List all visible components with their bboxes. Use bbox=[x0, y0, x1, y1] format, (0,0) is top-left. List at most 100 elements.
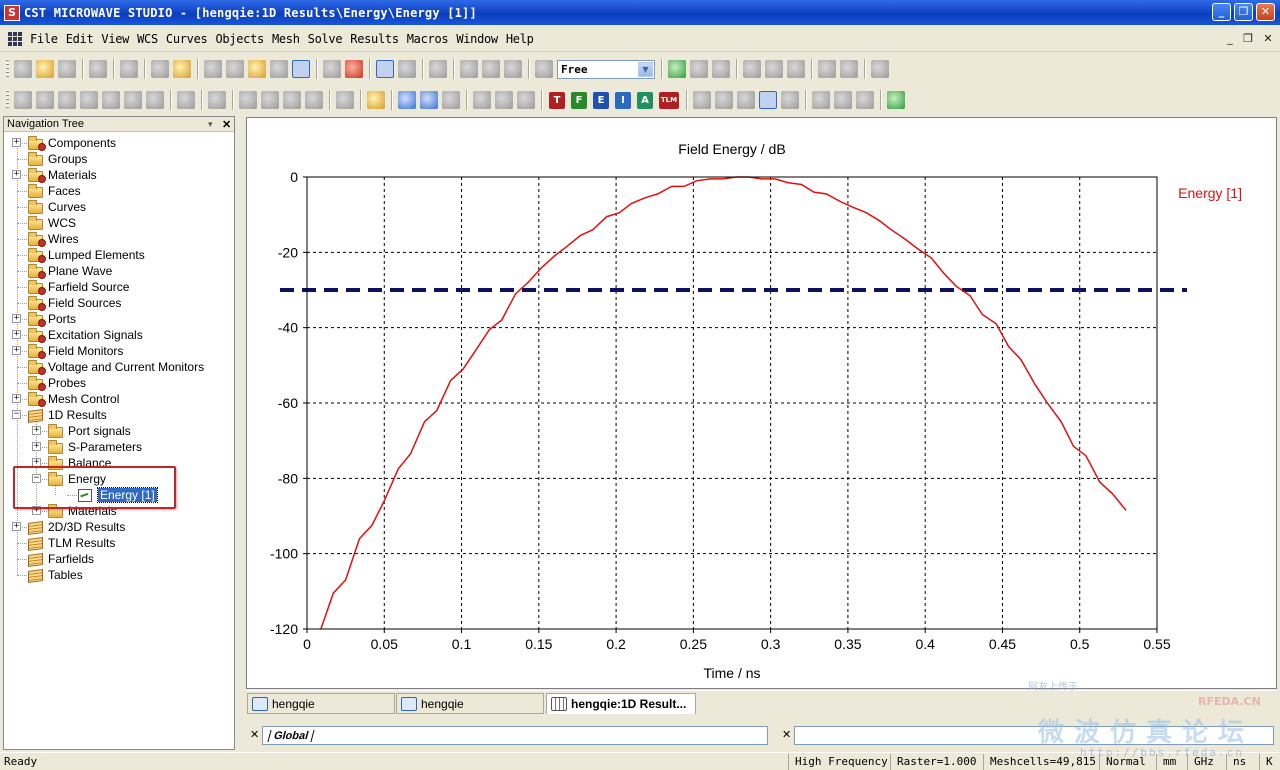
expand-icon[interactable]: + bbox=[32, 426, 41, 435]
plot-re-icon[interactable] bbox=[715, 91, 733, 109]
open-folder-icon[interactable] bbox=[36, 60, 54, 78]
measure-icon[interactable] bbox=[743, 60, 761, 78]
brick-icon[interactable] bbox=[14, 91, 32, 109]
waveguide-port-icon[interactable] bbox=[420, 91, 438, 109]
new-file-icon[interactable] bbox=[14, 60, 32, 78]
menu-mesh[interactable]: Mesh bbox=[268, 32, 304, 46]
history-icon[interactable] bbox=[120, 60, 138, 78]
tree-item-excitation-signals[interactable]: Excitation Signals bbox=[28, 327, 143, 343]
maximize-button[interactable]: ❐ bbox=[1234, 3, 1253, 21]
tree-item-wires[interactable]: Wires bbox=[28, 231, 79, 247]
tree-item-2d-3d-results[interactable]: 2D/3D Results bbox=[28, 519, 125, 536]
eigenmode-solver-button[interactable]: E bbox=[593, 91, 609, 109]
menu-curves[interactable]: Curves bbox=[162, 32, 212, 46]
menu-wcs[interactable]: WCS bbox=[133, 32, 162, 46]
close-button[interactable]: ✕ bbox=[1256, 3, 1275, 21]
menu-solve[interactable]: Solve bbox=[304, 32, 347, 46]
box-icon[interactable] bbox=[429, 60, 447, 78]
collapse-icon[interactable]: − bbox=[12, 410, 21, 419]
cone-icon[interactable] bbox=[80, 91, 98, 109]
smith-chart-icon[interactable] bbox=[834, 91, 852, 109]
tlm-solver-button[interactable]: TLM bbox=[659, 91, 679, 109]
tree-item-1d-results[interactable]: 1D Results bbox=[28, 407, 107, 424]
minimize-button[interactable]: _ bbox=[1212, 3, 1231, 21]
pick-icon[interactable] bbox=[712, 60, 730, 78]
chevron-down-icon[interactable]: ▼ bbox=[638, 61, 653, 77]
parameters-icon[interactable] bbox=[151, 60, 169, 78]
menu-results[interactable]: Results bbox=[346, 32, 402, 46]
print-icon[interactable] bbox=[89, 60, 107, 78]
torus-icon[interactable] bbox=[102, 91, 120, 109]
pick-mode-icon[interactable] bbox=[376, 60, 394, 78]
toolbar-grip[interactable] bbox=[6, 90, 9, 110]
tree-item-field-sources[interactable]: Field Sources bbox=[28, 295, 121, 311]
frequency-solver-button[interactable]: F bbox=[571, 91, 587, 109]
tree-item-farfield-source[interactable]: Farfield Source bbox=[28, 279, 129, 295]
tree-item-curves[interactable]: Curves bbox=[28, 199, 86, 215]
mesh-view-icon[interactable] bbox=[336, 91, 354, 109]
export-icon[interactable] bbox=[787, 60, 805, 78]
tree-item-components[interactable]: Components bbox=[28, 135, 116, 151]
menu-edit[interactable]: Edit bbox=[62, 32, 98, 46]
ruler-icon[interactable] bbox=[367, 91, 385, 109]
expand-icon[interactable]: + bbox=[32, 442, 41, 451]
plot-window[interactable]: Field Energy / dB Time / ns 0 0.05 0.1 0.15… bbox=[246, 117, 1277, 689]
tree-item-farfields[interactable]: Farfields bbox=[28, 551, 94, 568]
boolean-icon[interactable] bbox=[177, 91, 195, 109]
expand-icon[interactable]: + bbox=[12, 394, 21, 403]
tree-item-lumped-elements[interactable]: Lumped Elements bbox=[28, 247, 145, 263]
mdi-minimize-button[interactable]: _ bbox=[1222, 32, 1238, 46]
transform-icon[interactable] bbox=[535, 60, 553, 78]
rotate-shape-icon[interactable] bbox=[146, 91, 164, 109]
expand-icon[interactable]: + bbox=[12, 314, 21, 323]
tree-item-s-parameters[interactable]: S-Parameters bbox=[48, 439, 142, 455]
tree-item-faces[interactable]: Faces bbox=[28, 183, 81, 199]
help-icon[interactable] bbox=[871, 60, 889, 78]
integral-solver-button[interactable]: I bbox=[615, 91, 631, 109]
parameter-list[interactable] bbox=[794, 726, 1274, 745]
document-icon[interactable] bbox=[8, 32, 22, 46]
pan-icon[interactable] bbox=[248, 60, 266, 78]
toolbar-grip[interactable] bbox=[6, 59, 9, 79]
tab-hengqie-3d[interactable]: hengqie bbox=[247, 693, 395, 714]
mdi-restore-button[interactable]: ❐ bbox=[1240, 32, 1256, 46]
tree-item-probes[interactable]: Probes bbox=[28, 375, 86, 391]
menu-macros[interactable]: Macros bbox=[403, 32, 453, 46]
asymptotic-solver-button[interactable]: A bbox=[637, 91, 653, 109]
expand-icon[interactable]: + bbox=[12, 346, 21, 355]
tree-item-tables[interactable]: Tables bbox=[28, 567, 83, 584]
frequency-icon[interactable] bbox=[398, 91, 416, 109]
pick-point-icon[interactable] bbox=[208, 91, 226, 109]
plot-im-icon[interactable] bbox=[737, 91, 755, 109]
blend-icon[interactable] bbox=[305, 91, 323, 109]
panel-splitter[interactable] bbox=[236, 116, 243, 750]
smith-admittance-icon[interactable] bbox=[856, 91, 874, 109]
polar-plot-icon[interactable] bbox=[812, 91, 830, 109]
tree-item-voltage-and-current-monitors[interactable]: Voltage and Current Monitors bbox=[28, 359, 204, 375]
sphere-icon[interactable] bbox=[36, 91, 54, 109]
plot-phase-icon[interactable] bbox=[781, 91, 799, 109]
transient-solver-button[interactable]: T bbox=[549, 91, 565, 109]
tab-hengqie-schematic[interactable]: hengqie bbox=[396, 693, 544, 714]
expand-icon[interactable]: + bbox=[12, 138, 21, 147]
menu-file[interactable]: File bbox=[26, 32, 62, 46]
menu-view[interactable]: View bbox=[97, 32, 133, 46]
grid-icon[interactable] bbox=[398, 60, 416, 78]
zoom-icon[interactable] bbox=[270, 60, 288, 78]
reset-view-icon[interactable] bbox=[323, 60, 341, 78]
expand-icon[interactable]: + bbox=[12, 330, 21, 339]
field-monitor-icon[interactable] bbox=[517, 91, 535, 109]
pin-icon[interactable]: ▾ bbox=[208, 119, 222, 130]
legend-entry[interactable]: Energy [1] bbox=[1178, 185, 1242, 201]
close-icon[interactable]: ✕ bbox=[250, 728, 259, 741]
symmetry-icon[interactable] bbox=[495, 91, 513, 109]
close-icon[interactable]: ✕ bbox=[222, 118, 234, 131]
mirror-icon[interactable] bbox=[239, 91, 257, 109]
translate-icon[interactable] bbox=[283, 91, 301, 109]
wcs-align-icon[interactable] bbox=[482, 60, 500, 78]
menu-objects[interactable]: Objects bbox=[211, 32, 267, 46]
boundary-icon[interactable] bbox=[473, 91, 491, 109]
tree-item-groups[interactable]: Groups bbox=[28, 151, 87, 167]
bug-icon[interactable] bbox=[345, 60, 363, 78]
energy-chart[interactable]: Field Energy / dB Time / ns 0 0.05 0.1 0.15… bbox=[247, 118, 1278, 690]
